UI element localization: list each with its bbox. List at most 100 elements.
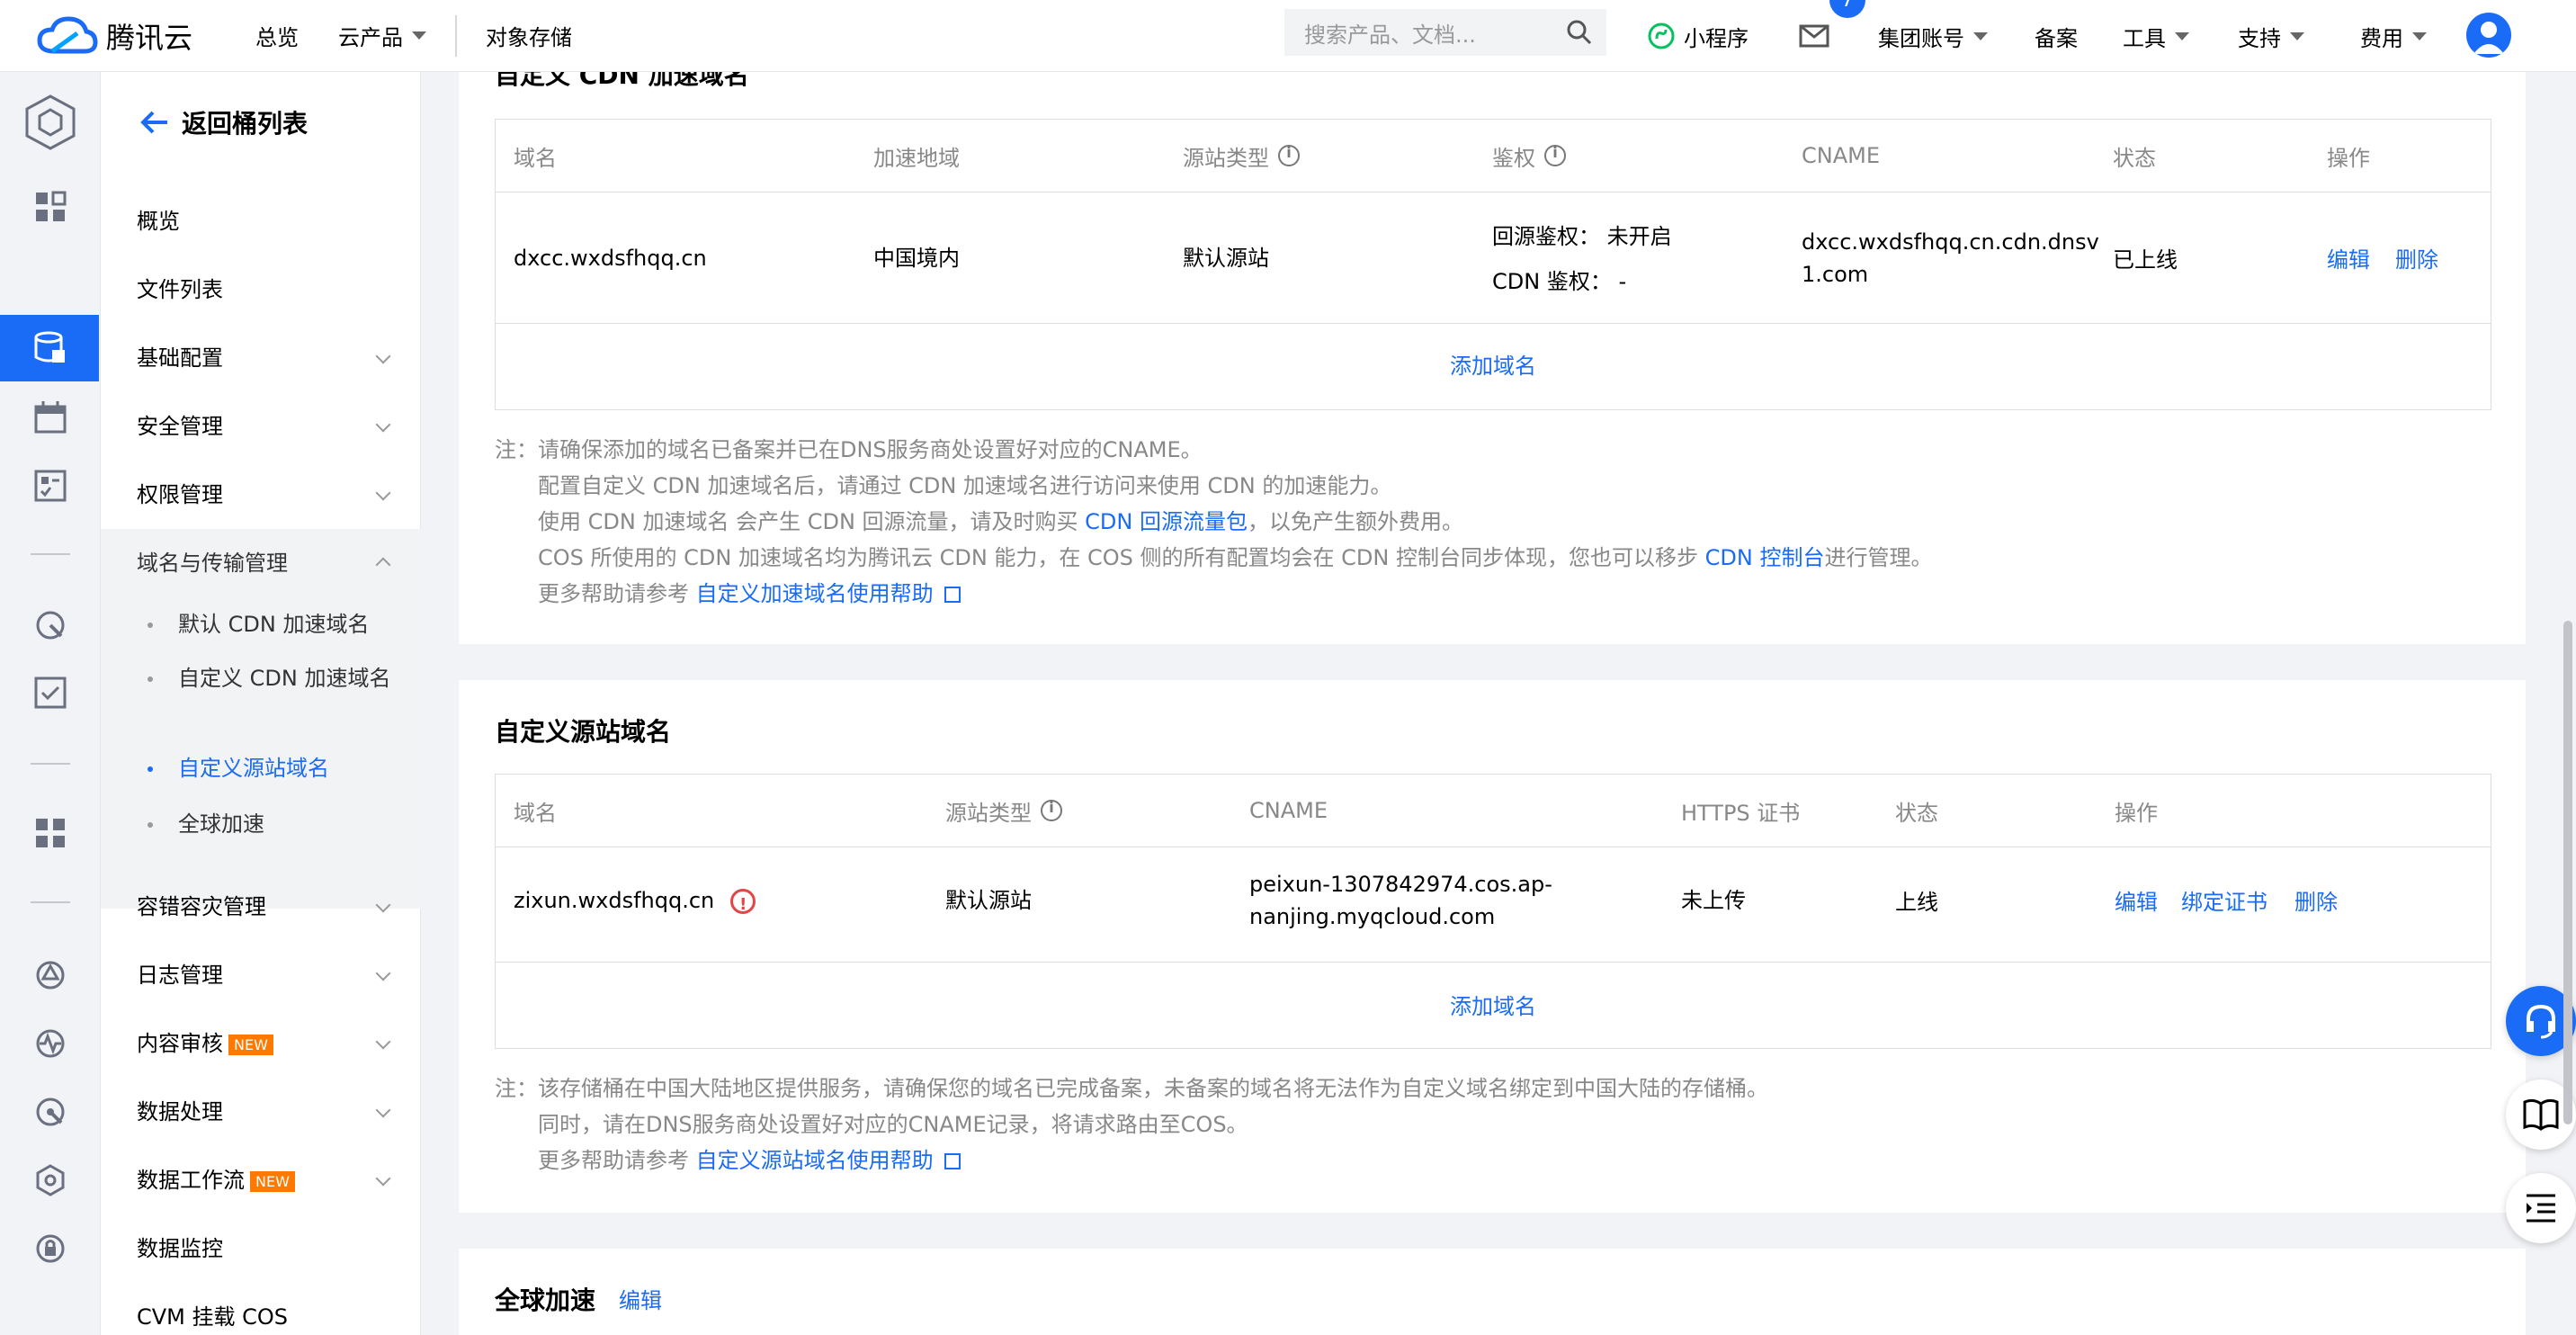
mini-program-link[interactable]: 小程序	[1648, 0, 1749, 72]
task-icon[interactable]	[32, 468, 68, 504]
cdn-delete-button[interactable]: 删除	[2395, 244, 2438, 276]
domain-submenu	[101, 529, 421, 909]
note-line: 更多帮助请参考 自定义加速域名使用帮助	[538, 576, 961, 607]
card-title: 全球加速	[495, 1286, 596, 1315]
sidebar-item-cvm-mount[interactable]: CVM 挂载 COS	[137, 1299, 398, 1331]
sidebar-item-domain-transfer[interactable]: 域名与传输管理	[137, 545, 398, 577]
back-to-bucket-list[interactable]: 返回桶列表	[140, 104, 308, 140]
sidebar-item-label: 内容审核	[137, 1031, 223, 1056]
rail-divider	[31, 901, 70, 903]
table-divider	[496, 962, 2491, 963]
nav-overview[interactable]: 总览	[255, 20, 299, 51]
submenu-custom-cdn[interactable]: 自定义 CDN 加速域名	[148, 662, 394, 694]
tools-menu[interactable]: 工具	[2123, 0, 2189, 72]
shield-icon[interactable]	[32, 957, 68, 993]
new-badge: NEW	[250, 1170, 295, 1192]
cdn-domain-table: 域名 加速地域 源站类型 鉴权 CNAME 状态 操作 dxcc.wxdsfhq…	[495, 119, 2491, 410]
support-menu[interactable]: 支持	[2238, 0, 2304, 72]
info-icon[interactable]	[1278, 144, 1300, 166]
top-bar: 腾讯云 总览 云产品 对象存储 搜索产品、文档... 小程序 7 集团账号 备案…	[0, 0, 2576, 72]
sidebar-item-label: 概览	[137, 209, 180, 234]
cdn-edit-button[interactable]: 编辑	[2327, 244, 2370, 276]
page-scrollbar[interactable]	[2563, 621, 2572, 1124]
sidebar-item-data-processing[interactable]: 数据处理	[137, 1094, 398, 1125]
checklist-icon[interactable]	[32, 675, 68, 711]
mini-program-label: 小程序	[1684, 25, 1749, 51]
sidebar-item-overview[interactable]: 概览	[137, 203, 398, 235]
origin-status-cell: 上线	[1895, 890, 1938, 915]
headset-icon	[2527, 1004, 2555, 1039]
cdn-add-domain-button[interactable]: 添加域名	[496, 348, 2491, 380]
pulse-icon[interactable]	[32, 1026, 68, 1062]
note-line: 该存储桶在中国大陆地区提供服务，请确保您的域名已完成备案，未备案的域名将无法作为…	[538, 1076, 1768, 1101]
info-icon[interactable]	[1544, 144, 1566, 166]
bucket-icon[interactable]	[32, 330, 68, 366]
cos-product-icon[interactable]	[23, 94, 77, 151]
sidebar-item-data-workflow[interactable]: 数据工作流 NEW	[137, 1162, 398, 1194]
note-line: COS 所使用的 CDN 加速域名均为腾讯云 CDN 能力，在 COS 侧的所有…	[538, 540, 1932, 571]
hexagon-icon[interactable]	[32, 1162, 68, 1198]
submenu-custom-origin[interactable]: 自定义源站域名	[148, 752, 394, 784]
nav-products[interactable]: 云产品	[338, 20, 426, 51]
submenu-global-acceleration[interactable]: 全球加速	[148, 808, 394, 840]
sidebar-item-files[interactable]: 文件列表	[137, 272, 398, 303]
sidebar-item-security[interactable]: 安全管理	[137, 408, 398, 440]
cloud-logo-icon	[37, 15, 98, 53]
mail-button[interactable]: 7	[1799, 0, 1865, 72]
chevron-down-icon	[2175, 31, 2189, 40]
sidebar-item-content-moderation[interactable]: 内容审核 NEW	[137, 1026, 398, 1057]
warning-icon[interactable]	[730, 889, 756, 921]
column-header-label: 源站类型	[945, 800, 1032, 826]
sidebar-item-label: 域名与传输管理	[137, 551, 288, 576]
cdn-console-link[interactable]: CDN 控制台	[1705, 545, 1825, 570]
apps-icon[interactable]	[32, 815, 68, 851]
origin-domain-table: 域名 源站类型 CNAME HTTPS 证书 状态 操作 zixun.wxdsf…	[495, 774, 2491, 1049]
billing-menu[interactable]: 费用	[2360, 0, 2427, 72]
submenu-label: 自定义源站域名	[178, 756, 329, 781]
toc-button[interactable]	[2506, 1173, 2576, 1243]
sidebar-item-label: 基础配置	[137, 345, 223, 371]
chevron-down-icon	[375, 965, 391, 981]
nav-cos[interactable]: 对象存储	[486, 20, 572, 51]
sidebar-item-label: 数据监控	[137, 1236, 223, 1261]
origin-edit-button[interactable]: 编辑	[2115, 886, 2158, 918]
search-box[interactable]: 搜索产品、文档...	[1284, 9, 1606, 56]
sidebar-item-data-monitoring[interactable]: 数据监控	[137, 1231, 398, 1262]
origin-help-link[interactable]: 自定义源站域名使用帮助	[696, 1148, 934, 1173]
sidebar-item-label: 数据工作流	[137, 1168, 245, 1193]
sidebar-item-disaster-recovery[interactable]: 容错容灾管理	[137, 889, 398, 920]
cdn-traffic-package-link[interactable]: CDN 回源流量包	[1085, 509, 1248, 534]
bullet-icon	[148, 766, 153, 772]
submenu-default-cdn[interactable]: 默认 CDN 加速域名	[148, 608, 394, 641]
column-header-label: 源站类型	[1183, 145, 1269, 171]
avatar[interactable]	[2466, 13, 2511, 58]
search-input[interactable]: 搜索产品、文档...	[1304, 17, 1552, 49]
dashboard-icon[interactable]	[32, 189, 68, 225]
calendar-icon[interactable]	[32, 399, 68, 435]
monitor-icon[interactable]	[32, 607, 68, 643]
info-icon[interactable]	[1041, 799, 1062, 821]
cdn-help-link[interactable]: 自定义加速域名使用帮助	[696, 581, 934, 606]
search-icon[interactable]	[1552, 9, 1606, 56]
sidebar-item-basic-config[interactable]: 基础配置	[137, 340, 398, 372]
origin-delete-button[interactable]: 删除	[2294, 886, 2338, 918]
filing-link[interactable]: 备案	[2035, 0, 2078, 72]
lock-circle-icon[interactable]	[32, 1231, 68, 1267]
origin-add-domain-button[interactable]: 添加域名	[496, 989, 2491, 1020]
global-acceleration-edit-button[interactable]: 编辑	[619, 1283, 662, 1314]
note-prefix: 注：	[495, 1076, 538, 1101]
chevron-down-icon	[375, 1170, 391, 1186]
sidebar-item-logs[interactable]: 日志管理	[137, 957, 398, 989]
sidebar-item-permissions[interactable]: 权限管理	[137, 477, 398, 508]
group-account-label: 集团账号	[1878, 25, 1964, 51]
brand-logo[interactable]: 腾讯云	[36, 15, 216, 57]
chevron-down-icon	[2290, 31, 2304, 40]
sidebar-item-label: 容错容灾管理	[137, 894, 266, 919]
origin-https-cell: 未上传	[1681, 888, 1746, 913]
external-link-icon[interactable]	[944, 587, 961, 603]
scan-icon[interactable]	[32, 1094, 68, 1130]
group-account-menu[interactable]: 集团账号	[1878, 0, 1988, 72]
origin-bind-cert-button[interactable]: 绑定证书	[2181, 886, 2267, 918]
list-indent-icon	[2527, 1194, 2555, 1223]
external-link-icon[interactable]	[944, 1153, 961, 1169]
